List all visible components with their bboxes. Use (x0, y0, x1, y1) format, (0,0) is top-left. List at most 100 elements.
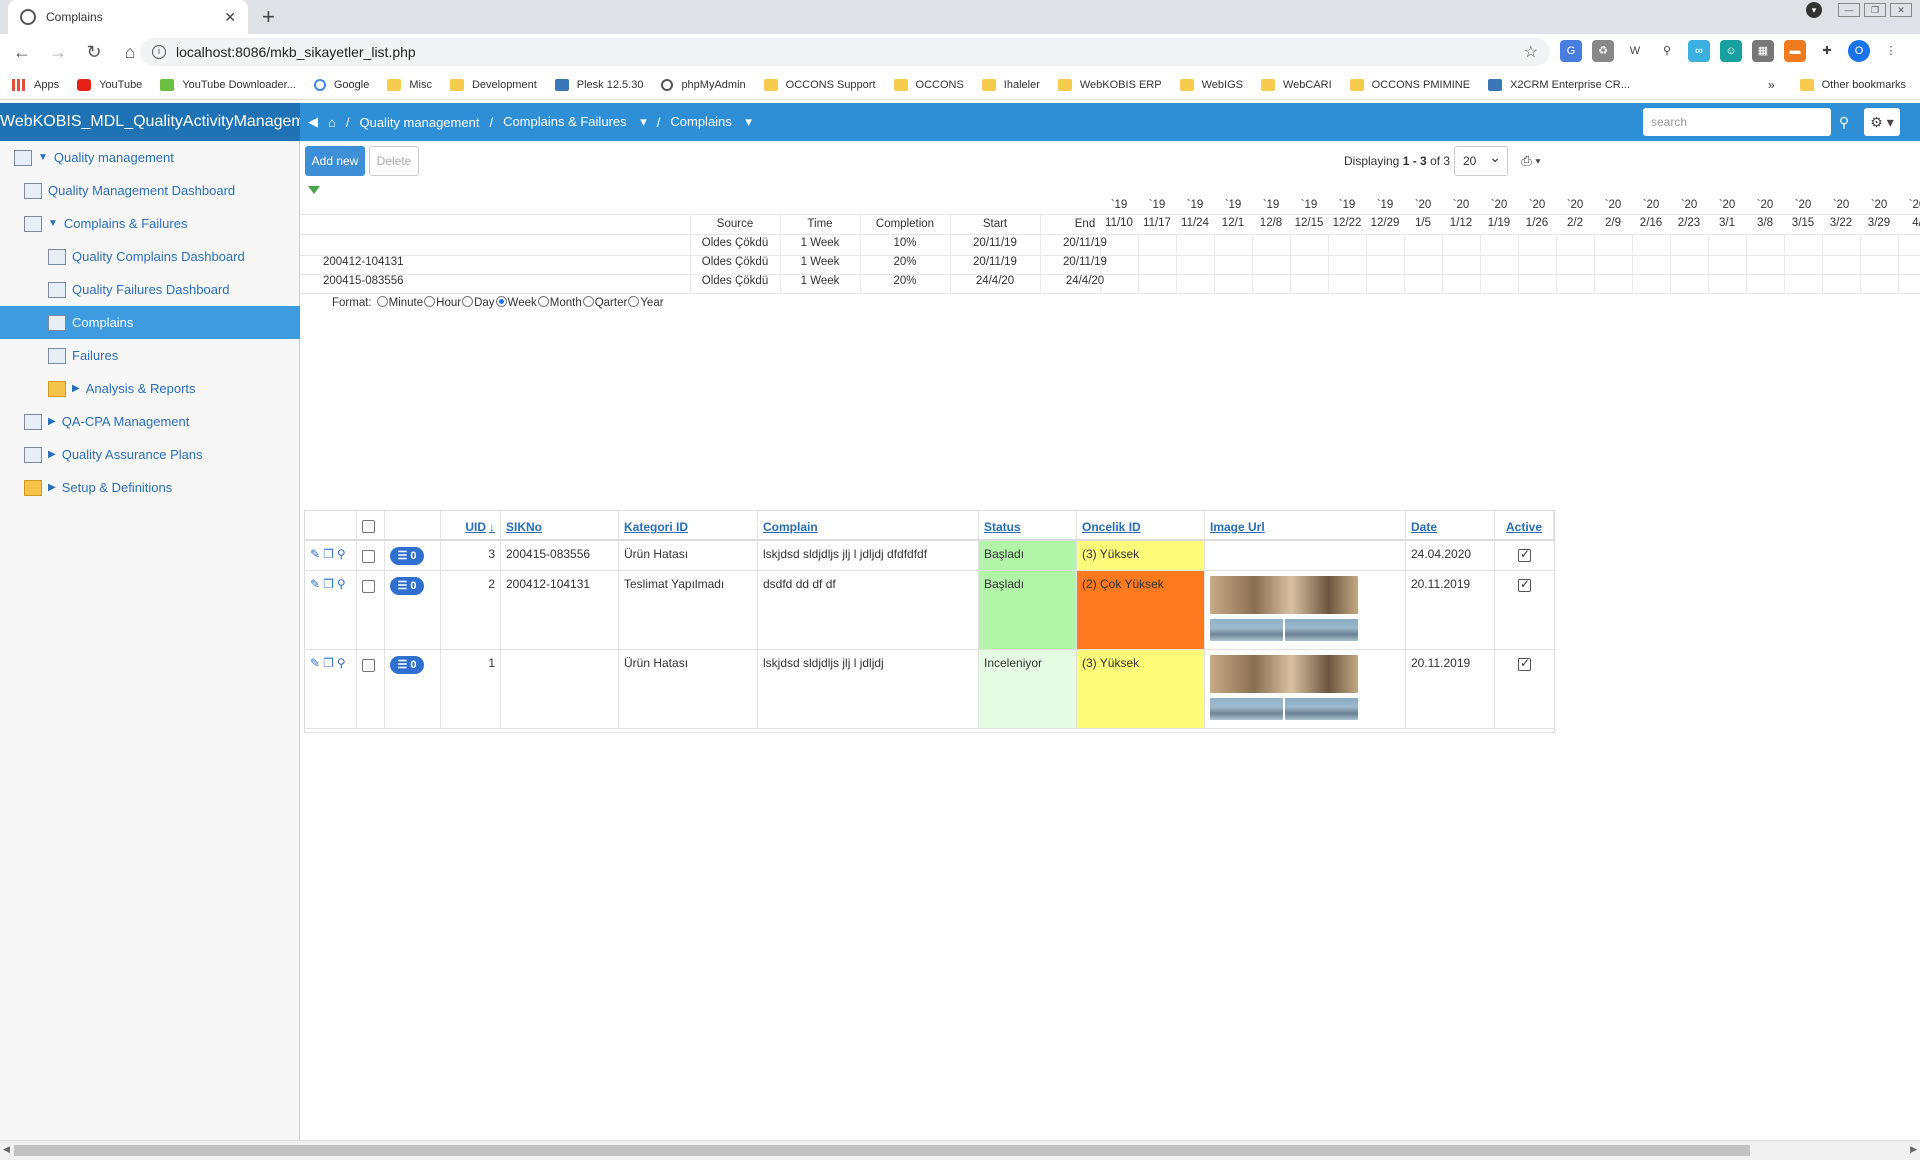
radio-button[interactable] (537, 296, 549, 307)
print-icon[interactable]: ⎙ ▾ (1516, 146, 1546, 176)
scroll-thumb[interactable] (14, 1145, 1750, 1156)
bookmark-item[interactable]: WebIGS (1179, 78, 1243, 91)
copy-icon[interactable]: ❐ (323, 547, 334, 561)
infinity-extension-icon[interactable]: ∞ (1688, 40, 1710, 62)
copy-icon[interactable]: ❐ (323, 577, 334, 591)
format-option[interactable]: Month (537, 296, 582, 309)
sidebar-item-qm-dashboard[interactable]: Quality Management Dashboard (0, 174, 300, 207)
bookmark-item[interactable]: WebCARI (1260, 78, 1332, 91)
bookmark-item[interactable]: Apps (12, 78, 59, 91)
scroll-left-icon[interactable]: ◀ (3, 1144, 10, 1155)
search-input[interactable]: search (1643, 108, 1831, 136)
radio-button[interactable] (495, 296, 507, 307)
active-checkbox[interactable] (1518, 547, 1531, 562)
image-thumbnail[interactable] (1210, 655, 1358, 693)
details-badge[interactable]: ☰ 0 (390, 656, 424, 674)
row-checkbox[interactable] (362, 580, 375, 593)
breadcrumb-complains-failures[interactable]: Complains & Failures ▾ (503, 114, 647, 130)
page-size-select[interactable]: 20 (1454, 143, 1508, 176)
sidebar-item-failures-dashboard[interactable]: Quality Failures Dashboard (0, 273, 300, 306)
filter-toggle-icon[interactable] (308, 186, 320, 194)
header-date[interactable]: Date (1406, 511, 1495, 539)
format-option[interactable]: Hour (423, 296, 461, 309)
bookmark-item[interactable]: Ihaleler (981, 78, 1040, 91)
chevron-right-icon[interactable]: ▶ (48, 482, 56, 493)
json-extension-icon[interactable]: ▬ (1784, 40, 1806, 62)
horizontal-scrollbar[interactable]: ◀ ▶ (0, 1140, 1920, 1160)
table-row[interactable]: ✎ ❐ ⚲ ☰ 0 3 200415-083556 Ürün Hatası lskjdsd s… (305, 541, 1554, 571)
profile-avatar[interactable]: O (1848, 40, 1870, 62)
bookmark-item[interactable]: Plesk 12.5.30 (554, 78, 643, 91)
home-icon[interactable]: ⌂ (118, 42, 142, 63)
details-badge[interactable]: ☰ 0 (390, 577, 424, 595)
header-uid[interactable]: UID ↓ (441, 511, 501, 539)
table-row[interactable]: ✎ ❐ ⚲ ☰ 0 1 Ürün Hatası lskjdsd sldjdljs jlj l… (305, 650, 1554, 729)
sidebar-item-qa-cpa[interactable]: ▶ QA-CPA Management (0, 405, 300, 438)
table-row[interactable]: ✎ ❐ ⚲ ☰ 0 2 200412-104131 Teslimat Yapılmadı ds… (305, 571, 1554, 650)
edit-icon[interactable]: ✎ (310, 656, 320, 670)
gantt-row-name[interactable]: 200412-104131 (323, 256, 404, 268)
format-option[interactable]: Year (627, 296, 664, 309)
bookmark-item[interactable]: Google (313, 78, 369, 91)
image-thumbnail[interactable] (1210, 619, 1283, 641)
bookmark-item[interactable]: Misc (387, 78, 432, 91)
bookmark-item[interactable]: YouTube (77, 78, 142, 91)
chevron-left-icon[interactable]: ◀ (308, 114, 318, 130)
sidebar-item-analysis-reports[interactable]: ▶ Analysis & Reports (0, 372, 300, 405)
edit-icon[interactable]: ✎ (310, 547, 320, 561)
sidebar-item-complains-failures[interactable]: ▼ Complains & Failures (0, 207, 300, 240)
image-thumbnail[interactable] (1210, 698, 1283, 720)
radio-button[interactable] (376, 296, 388, 307)
chevron-right-icon[interactable]: ▶ (72, 383, 80, 394)
app-title[interactable]: WebKOBIS_MDL_QualityActivityManagement (0, 103, 300, 141)
sidebar-item-failures[interactable]: Failures (0, 339, 300, 372)
format-option[interactable]: Qarter (582, 296, 627, 309)
other-bookmarks[interactable]: Other bookmarks (1799, 79, 1906, 91)
radio-button[interactable] (582, 296, 594, 307)
close-tab-icon[interactable]: ✕ (224, 9, 236, 26)
breadcrumb-quality-management[interactable]: Quality management (359, 115, 479, 130)
view-icon[interactable]: ⚲ (337, 656, 346, 670)
format-option[interactable]: Week (495, 296, 537, 309)
sidebar-item-quality-management[interactable]: ▼ Quality management (0, 141, 300, 174)
puzzle-icon[interactable]: ✚ (1816, 40, 1838, 62)
add-new-button[interactable]: Add new (305, 146, 365, 176)
tab-search-icon[interactable]: ▾ (1806, 2, 1822, 18)
home-icon[interactable]: ⌂ (328, 115, 336, 130)
browser-tab[interactable]: Complains ✕ (8, 0, 248, 34)
menu-kebab-icon[interactable]: ⋮ (1880, 40, 1902, 62)
bookmark-item[interactable]: WebKOBIS ERP (1057, 78, 1162, 91)
new-tab-button[interactable]: + (262, 4, 275, 30)
sidebar-item-complains[interactable]: Complains (0, 306, 300, 339)
scroll-right-icon[interactable]: ▶ (1910, 1144, 1917, 1155)
bookmark-item[interactable]: Development (449, 78, 537, 91)
sidebar-item-complains-dashboard[interactable]: Quality Complains Dashboard (0, 240, 300, 273)
sidebar-item-setup[interactable]: ▶ Setup & Definitions (0, 471, 300, 504)
info-icon[interactable]: i (152, 45, 166, 59)
row-checkbox[interactable] (362, 659, 375, 672)
format-option[interactable]: Minute (376, 296, 423, 309)
header-status[interactable]: Status (979, 511, 1077, 539)
header-complain[interactable]: Complain (758, 511, 979, 539)
chevron-right-icon[interactable]: ▶ (48, 449, 56, 460)
back-icon[interactable]: ← (10, 42, 34, 63)
url-field[interactable]: i localhost:8086/mkb_sikayetler_list.php… (140, 38, 1550, 66)
reload-icon[interactable]: ↻ (82, 42, 106, 63)
map-pin-extension-icon[interactable]: ⚲ (1656, 40, 1678, 62)
bookmark-item[interactable]: X2CRM Enterprise CR... (1488, 78, 1630, 91)
translate-extension-icon[interactable]: G (1560, 40, 1582, 62)
bookmark-item[interactable]: phpMyAdmin (661, 78, 746, 91)
bookmark-item[interactable]: OCCONS PMIMINE (1349, 78, 1470, 91)
delete-button[interactable]: Delete (369, 146, 419, 176)
chevron-right-icon[interactable]: ▶ (48, 416, 56, 427)
view-icon[interactable]: ⚲ (337, 577, 346, 591)
wikipedia-extension-icon[interactable]: W (1624, 40, 1646, 62)
radio-button[interactable] (628, 296, 640, 307)
close-window-button[interactable]: ✕ (1890, 3, 1912, 17)
image-thumbnail[interactable] (1285, 698, 1358, 720)
gantt-row-name[interactable]: 200415-083556 (323, 275, 404, 287)
more-bookmarks-icon[interactable]: » (1768, 78, 1775, 92)
sort-arrow-icon[interactable]: ↓ (489, 520, 495, 534)
header-kategori-id[interactable]: Kategori ID (619, 511, 758, 539)
minimize-button[interactable]: — (1838, 3, 1860, 17)
